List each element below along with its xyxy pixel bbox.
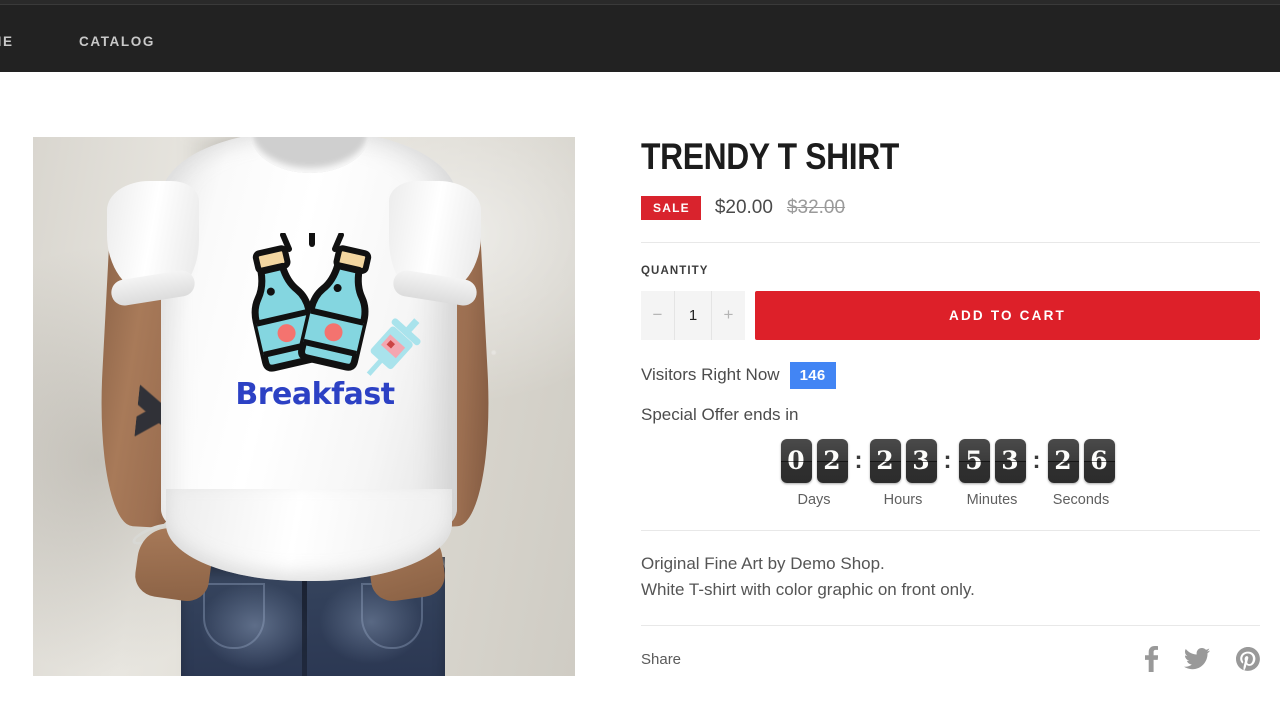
page-title: TRENDY T SHIRT bbox=[641, 136, 900, 177]
quantity-stepper[interactable]: − 1 + bbox=[641, 290, 745, 340]
countdown-separator: : bbox=[854, 446, 863, 474]
shirt-graphic-text: Breakfast bbox=[235, 377, 395, 412]
add-to-cart-button[interactable]: ADD TO CART bbox=[755, 290, 1260, 340]
cart-row: − 1 + ADD TO CART bbox=[641, 290, 1260, 340]
countdown-label-seconds: Seconds bbox=[1052, 491, 1110, 508]
countdown-group-hours: 2 3 Hours bbox=[869, 438, 937, 508]
countdown-digits-days: 0 2 bbox=[780, 438, 848, 483]
facebook-icon[interactable] bbox=[1145, 646, 1158, 673]
share-row: Share bbox=[641, 646, 1260, 673]
countdown-timer: 0 2 Days : 2 3 Hours : 5 3 Minutes: 2 6… bbox=[641, 438, 1260, 508]
countdown-digit: 2 bbox=[869, 438, 901, 483]
countdown-label-minutes: Minutes bbox=[966, 491, 1018, 508]
countdown-digit: 2 bbox=[1047, 438, 1079, 483]
countdown-digits-minutes: 5 3 bbox=[958, 438, 1026, 483]
countdown-digit: 2 bbox=[816, 438, 848, 483]
countdown-separator: : bbox=[1032, 446, 1041, 474]
clinking-bottles-icon bbox=[251, 230, 421, 376]
divider-price bbox=[641, 241, 1260, 243]
countdown-group-minutes: 5 3 Minutes bbox=[958, 438, 1026, 508]
divider-share bbox=[641, 625, 1260, 627]
countdown-digit: 3 bbox=[994, 438, 1026, 483]
share-label: Share bbox=[641, 650, 682, 668]
countdown-digit: 6 bbox=[1083, 438, 1115, 483]
countdown-digits-hours: 2 3 bbox=[869, 438, 937, 483]
twitter-icon[interactable] bbox=[1184, 648, 1210, 670]
description-line-2: White T-shirt with color graphic on fron… bbox=[641, 580, 975, 600]
quantity-label: QUANTITY bbox=[641, 264, 709, 277]
product-photo: Breakfast bbox=[33, 137, 575, 676]
product-info: TRENDY T SHIRT SALE $20.00 $32.00 QUANTI… bbox=[641, 136, 1260, 673]
nav-item-catalog[interactable]: CATALOG bbox=[79, 34, 155, 49]
share-icons bbox=[1145, 646, 1260, 673]
countdown-digit: 3 bbox=[905, 438, 937, 483]
countdown-label-days: Days bbox=[797, 491, 831, 508]
price-compare-at: $32.00 bbox=[786, 196, 846, 218]
countdown-label-hours: Hours bbox=[883, 491, 923, 508]
quantity-input[interactable]: 1 bbox=[674, 290, 712, 340]
countdown-digit: 5 bbox=[958, 438, 990, 483]
visitors-row: Visitors Right Now 146 bbox=[641, 361, 1260, 389]
countdown-group-seconds: 2 6 Seconds bbox=[1047, 438, 1115, 508]
product-gallery[interactable]: Breakfast bbox=[33, 137, 575, 676]
countdown-separator: : bbox=[943, 446, 952, 474]
quantity-increment-button[interactable]: + bbox=[712, 291, 745, 340]
special-offer-label: Special Offer ends in bbox=[641, 404, 799, 424]
divider-description bbox=[641, 529, 1260, 531]
pinterest-icon[interactable] bbox=[1236, 647, 1260, 672]
countdown-digits-seconds: 2 6 bbox=[1047, 438, 1115, 483]
price-current: $20.00 bbox=[714, 196, 773, 218]
visitors-count-badge: 146 bbox=[789, 361, 836, 389]
top-navigation: OME CATALOG bbox=[0, 5, 1280, 72]
status-badge: SALE bbox=[641, 195, 701, 220]
quantity-decrement-button[interactable]: − bbox=[641, 291, 674, 340]
visitors-label: Visitors Right Now bbox=[641, 365, 780, 385]
countdown-digit: 0 bbox=[780, 438, 812, 483]
price-row: SALE $20.00 $32.00 bbox=[641, 195, 1260, 220]
shirt-graphic: Breakfast bbox=[201, 230, 423, 423]
product-description: Original Fine Art by Demo Shop. White T-… bbox=[641, 551, 1260, 604]
nav-item-home[interactable]: OME bbox=[0, 34, 14, 49]
description-line-1: Original Fine Art by Demo Shop. bbox=[641, 553, 885, 573]
countdown-group-days: 0 2 Days bbox=[780, 438, 848, 508]
product-page: Breakfast TRENDY T SHIRT SALE $20.00 $32… bbox=[0, 72, 1280, 720]
jeans-pocket-left bbox=[203, 583, 265, 649]
